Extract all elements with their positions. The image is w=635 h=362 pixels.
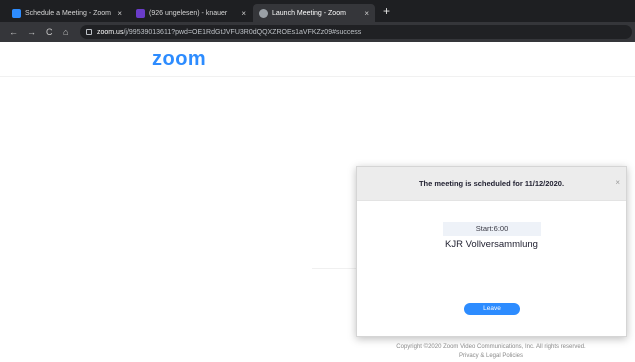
privacy-policies-link[interactable]: Privacy & Legal Policies	[350, 352, 632, 361]
close-icon[interactable]: ×	[615, 178, 620, 187]
url-host: zoom.us	[97, 28, 124, 36]
tab-title: (926 ungelesen) - knauer	[149, 9, 228, 17]
copyright-text: Copyright ©2020 Zoom Video Communication…	[396, 344, 586, 350]
footer: Copyright ©2020 Zoom Video Communication…	[350, 343, 632, 361]
lock-icon	[86, 29, 92, 35]
new-tab-button[interactable]: +	[383, 5, 390, 17]
home-icon[interactable]: ⌂	[63, 26, 68, 38]
zoom-logo[interactable]: zoom	[152, 48, 206, 71]
tab-mail[interactable]: (926 ungelesen) - knauer ×	[130, 4, 252, 22]
address-bar[interactable]: zoom.us /j/99539013611?pwd=OE1RdGtJVFU3R…	[80, 25, 632, 39]
back-icon[interactable]: ←	[9, 26, 18, 38]
reload-icon[interactable]: C	[46, 26, 53, 38]
tab-close-icon[interactable]: ×	[358, 9, 369, 18]
tab-launch-meeting[interactable]: Launch Meeting - Zoom ×	[253, 4, 375, 22]
tab-close-icon[interactable]: ×	[235, 9, 246, 18]
forward-icon[interactable]: →	[27, 26, 36, 38]
browser-tab-bar: Schedule a Meeting - Zoom × (926 ungeles…	[0, 0, 635, 22]
leave-button[interactable]: Leave	[464, 303, 520, 315]
globe-favicon-icon	[259, 8, 268, 18]
tab-title: Schedule a Meeting - Zoom	[25, 9, 111, 17]
mail-favicon-icon	[136, 8, 145, 18]
dialog-header: The meeting is scheduled for 11/12/2020.…	[357, 167, 626, 201]
zoom-favicon-icon	[12, 8, 21, 18]
background-line	[312, 268, 356, 269]
tab-title: Launch Meeting - Zoom	[272, 9, 346, 17]
header-divider	[0, 76, 635, 77]
url-path: /j/99539013611?pwd=OE1RdGtJVFU3R0dQQXZRO…	[123, 28, 362, 36]
dialog-title: The meeting is scheduled for 11/12/2020.	[418, 179, 565, 188]
tab-close-icon[interactable]: ×	[111, 9, 122, 18]
browser-toolbar: ← → C ⌂ zoom.us /j/99539013611?pwd=OE1Rd…	[0, 22, 635, 42]
meeting-title: KJR Vollversammlung	[445, 239, 538, 250]
meeting-scheduled-dialog: The meeting is scheduled for 11/12/2020.…	[356, 166, 627, 337]
meeting-start-time: Start:6:00	[443, 222, 541, 236]
tab-schedule-meeting[interactable]: Schedule a Meeting - Zoom ×	[6, 4, 128, 22]
